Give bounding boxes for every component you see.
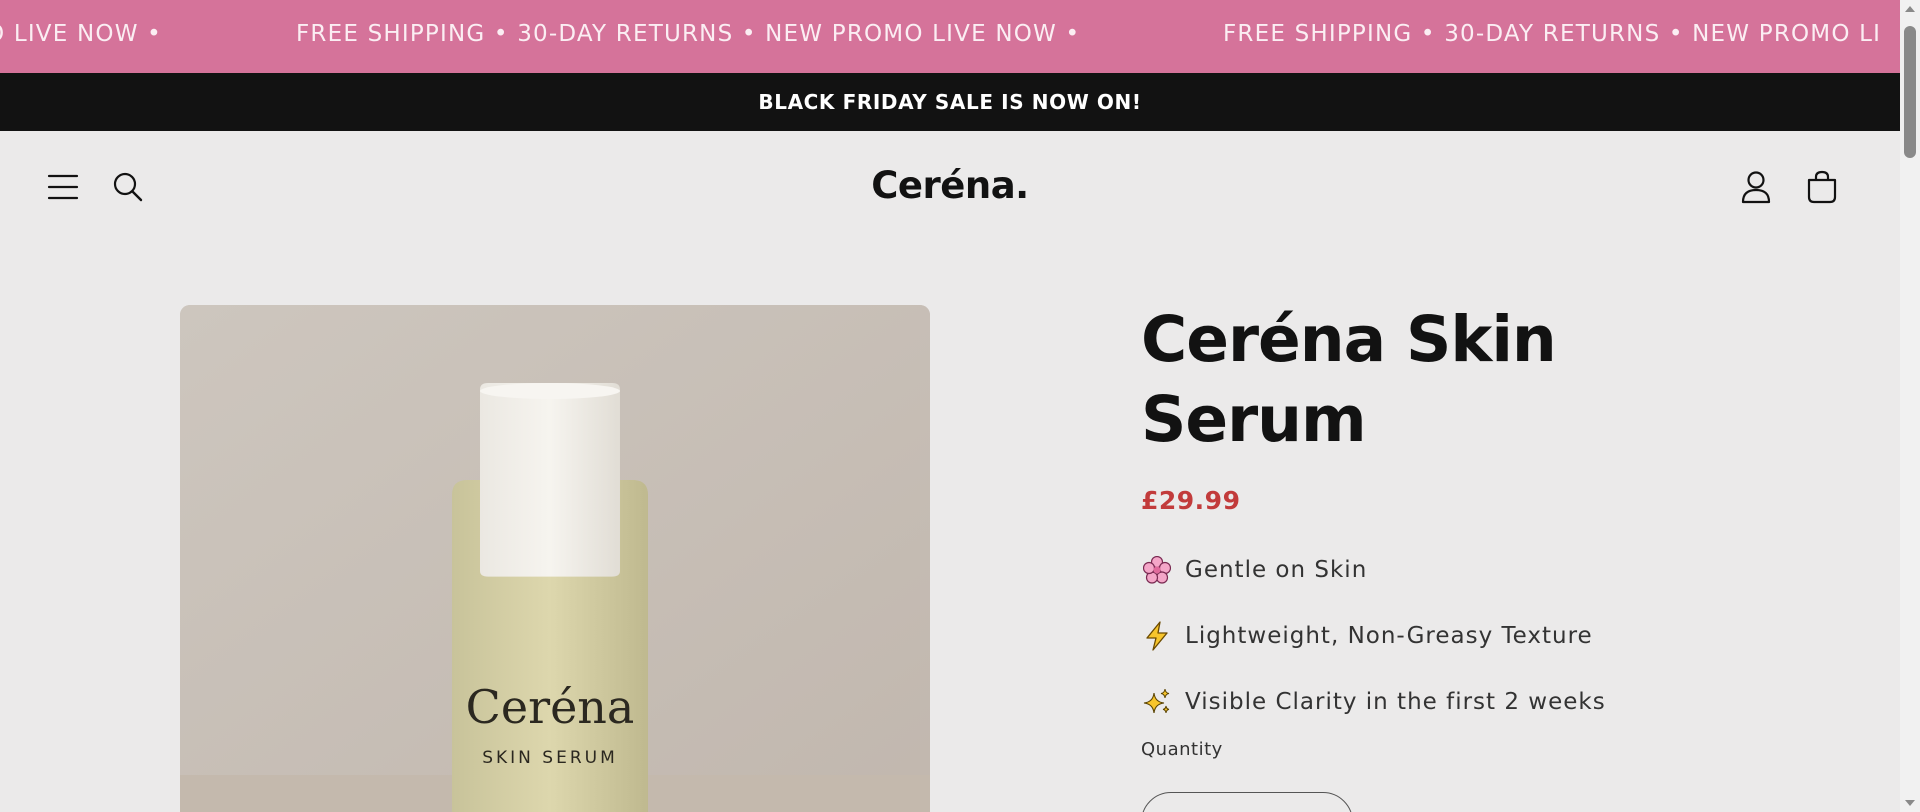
feature-item: Lightweight, Non-Greasy Texture	[1141, 603, 1701, 669]
feature-item: Gentle on Skin	[1141, 537, 1701, 603]
quantity-stepper[interactable]	[1141, 792, 1353, 812]
feature-list: Gentle on Skin Lightweight, Non-Greasy T…	[1141, 537, 1701, 735]
scroll-up-arrow-icon[interactable]	[1900, 0, 1920, 18]
quantity-label: Quantity	[1141, 739, 1223, 760]
feature-item: Visible Clarity in the first 2 weeks	[1141, 669, 1701, 735]
product-price: £29.99	[1141, 486, 1241, 515]
site-logo[interactable]: Ceréna.	[0, 164, 1900, 207]
cart-icon[interactable]	[1800, 165, 1844, 209]
sparkles-icon	[1141, 686, 1173, 718]
promo-marquee: O LIVE NOW • FREE SHIPPING • 30-DAY RETU…	[0, 0, 1900, 73]
feature-text: Visible Clarity in the first 2 weeks	[1185, 689, 1606, 715]
product-info: Ceréna Skin Serum £29.99 Gentle on Skin …	[1141, 300, 1701, 760]
marquee-text-partial-right: FREE SHIPPING • 30-DAY RETURNS • NEW PRO…	[1223, 21, 1882, 47]
cherry-blossom-icon	[1141, 554, 1173, 586]
marquee-text: FREE SHIPPING • 30-DAY RETURNS • NEW PRO…	[296, 21, 1081, 47]
marquee-text-partial-left: O LIVE NOW •	[0, 21, 162, 47]
product-title: Ceréna Skin Serum	[1141, 303, 1557, 456]
feature-text: Gentle on Skin	[1185, 557, 1368, 583]
site-header: Ceréna.	[0, 131, 1900, 243]
image-brand-text: Ceréna	[466, 680, 635, 734]
page-scrollbar[interactable]	[1900, 0, 1920, 812]
scrollbar-thumb[interactable]	[1904, 26, 1916, 158]
feature-text: Lightweight, Non-Greasy Texture	[1185, 623, 1593, 649]
lightning-icon	[1141, 620, 1173, 652]
announcement-text: BLACK FRIDAY SALE IS NOW ON!	[758, 90, 1142, 114]
image-sub-text: SKIN SERUM	[482, 748, 618, 768]
scroll-down-arrow-icon[interactable]	[1900, 794, 1920, 812]
product-image[interactable]: Ceréna SKIN SERUM	[180, 305, 930, 812]
announcement-bar: BLACK FRIDAY SALE IS NOW ON!	[0, 73, 1900, 131]
account-icon[interactable]	[1734, 165, 1778, 209]
